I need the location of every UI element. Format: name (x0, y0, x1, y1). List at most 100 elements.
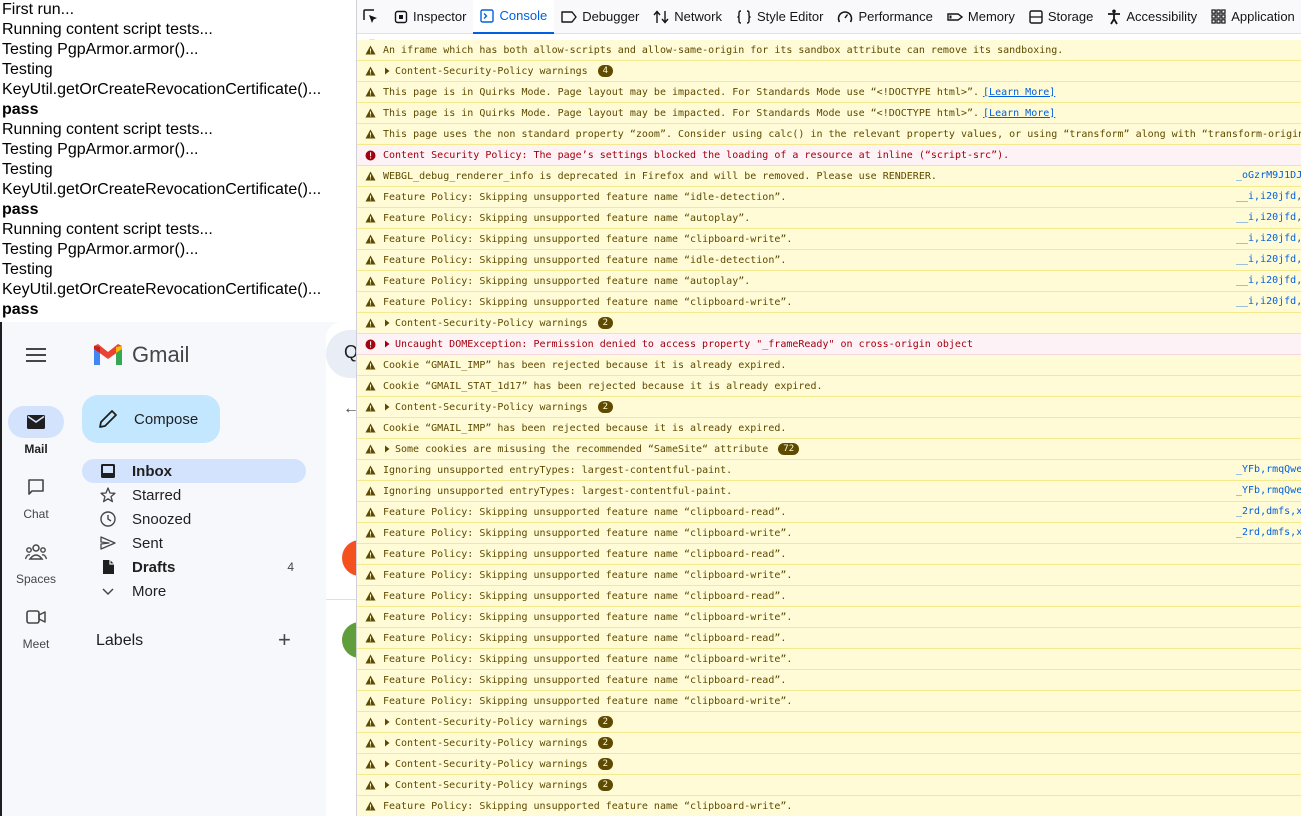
tab-inspector[interactable]: Inspector (387, 0, 473, 34)
tab-debugger[interactable]: Debugger (554, 0, 646, 34)
tab-network[interactable]: Network (646, 0, 729, 34)
expand-arrow-icon[interactable] (383, 403, 395, 411)
tab-application[interactable]: Application (1204, 0, 1301, 34)
test-pass-line: pass (2, 301, 39, 318)
accessibility-icon (1107, 9, 1121, 25)
tab-console[interactable]: Console (473, 0, 555, 34)
warning-icon (357, 423, 383, 433)
message-text: Ignoring unsupported entryTypes: largest… (383, 464, 733, 476)
gmail-window: Gmail Mail Chat Spaces Meet Compose Inbo… (0, 322, 356, 816)
console-warning-message: Feature Policy: Skipping unsupported fea… (357, 628, 1301, 649)
tab-accessibility[interactable]: Accessibility (1100, 0, 1204, 34)
test-log-line: Running content script tests... (2, 21, 213, 38)
test-log-line: KeyUtil.getOrCreateRevocationCertificate… (2, 281, 322, 298)
message-count-badge: 2 (597, 716, 614, 728)
avatar (342, 540, 356, 576)
source-link[interactable]: __i,i20jfd, (1236, 250, 1301, 270)
tab-performance[interactable]: Performance (830, 0, 939, 34)
network-icon (653, 9, 669, 24)
message-text: Content-Security-Policy warnings (395, 758, 588, 770)
message-text: Cookie “GMAIL_IMP” has been rejected bec… (383, 422, 787, 434)
expand-arrow-icon[interactable] (383, 319, 395, 327)
expand-arrow-icon[interactable] (383, 760, 395, 768)
back-arrow-icon[interactable]: ← (343, 400, 356, 418)
pencil-icon (99, 410, 117, 428)
warning-icon (357, 738, 383, 748)
source-link[interactable]: _2rd,dmfs,x (1236, 502, 1301, 522)
source-link[interactable]: _YFb,rmqQwe (1236, 481, 1301, 501)
console-warning-message[interactable]: Content-Security-Policy warnings 2 (357, 712, 1301, 733)
source-link[interactable]: __i,i20jfd, (1236, 229, 1301, 249)
message-text: This page is in Quirks Mode. Page layout… (383, 107, 980, 119)
expand-arrow-icon[interactable] (383, 445, 395, 453)
console-warning-message[interactable]: Content-Security-Policy warnings 4 (357, 61, 1301, 82)
tab-label: Console (499, 8, 548, 23)
clock-icon (100, 511, 116, 527)
nav-item-drafts[interactable]: Drafts 4 (82, 555, 306, 579)
nav-item-starred[interactable]: Starred (82, 483, 306, 507)
nav-item-label: Snoozed (132, 510, 192, 528)
console-error-message[interactable]: Uncaught DOMException: Permission denied… (357, 334, 1301, 355)
warning-icon (357, 318, 383, 328)
console-warning-message: Feature Policy: Skipping unsupported fea… (357, 565, 1301, 586)
learn-more-link[interactable]: [Learn More] (983, 87, 1055, 98)
console-warning-message[interactable]: Content-Security-Policy warnings 2 (357, 733, 1301, 754)
nav-item-snoozed[interactable]: Snoozed (82, 507, 306, 531)
console-warning-message: Ignoring unsupported entryTypes: largest… (357, 460, 1301, 481)
compose-button[interactable]: Compose (82, 395, 220, 443)
rail-item-meet[interactable]: Meet (2, 601, 70, 651)
console-warning-message[interactable]: Content-Security-Policy warnings 2 (357, 754, 1301, 775)
learn-more-link[interactable]: [Learn More] (983, 108, 1055, 119)
warning-icon (357, 759, 383, 769)
source-link[interactable]: __i,i20jfd, (1236, 271, 1301, 291)
console-warning-message[interactable]: Some cookies are misusing the recommende… (357, 439, 1301, 460)
source-link[interactable]: _YFb,rmqQwe (1236, 460, 1301, 480)
console-warning-message[interactable]: Content-Security-Policy warnings 2 (357, 397, 1301, 418)
console-warning-message[interactable]: Content-Security-Policy warnings 2 (357, 775, 1301, 796)
rail-item-spaces[interactable]: Spaces (2, 536, 70, 586)
nav-item-more[interactable]: More (82, 579, 306, 603)
element-picker-icon[interactable] (363, 6, 379, 28)
expand-arrow-icon[interactable] (383, 718, 395, 726)
message-text: Feature Policy: Skipping unsupported fea… (383, 191, 787, 203)
source-link[interactable]: _2rd,dmfs,x (1236, 523, 1301, 543)
test-log-line: Testing (2, 161, 53, 178)
message-text: Content-Security-Policy warnings (395, 317, 588, 329)
rail-item-label: Spaces (15, 572, 57, 586)
rail-item-mail[interactable]: Mail (2, 406, 70, 456)
expand-arrow-icon[interactable] (383, 340, 395, 348)
devtools-tab-bar: Inspector Console Debugger Network Style Edi… (357, 0, 1301, 34)
expand-arrow-icon[interactable] (383, 67, 395, 75)
tab-storage[interactable]: Storage (1022, 0, 1101, 34)
rail-item-chat[interactable]: Chat (2, 471, 70, 521)
console-warning-message: Feature Policy: Skipping unsupported fea… (357, 796, 1301, 816)
message-text: Feature Policy: Skipping unsupported fea… (383, 611, 793, 623)
debugger-icon (561, 10, 577, 23)
test-log-line: Running content script tests... (2, 121, 213, 138)
tab-style-editor[interactable]: Style Editor (729, 0, 830, 34)
console-warning-message: Feature Policy: Skipping unsupported fea… (357, 670, 1301, 691)
search-icon[interactable]: Q (344, 342, 356, 363)
rail-item-label: Chat (23, 507, 49, 521)
source-link[interactable]: __i,i20jfd, (1236, 208, 1301, 228)
source-link[interactable]: __i,i20jfd, (1236, 292, 1301, 312)
message-text: Feature Policy: Skipping unsupported fea… (383, 695, 793, 707)
source-link[interactable]: _oGzrM9J1DJ (1236, 166, 1301, 186)
labels-heading: Labels (96, 632, 144, 649)
nav-item-sent[interactable]: Sent (82, 531, 306, 555)
nav-item-inbox[interactable]: Inbox (82, 459, 306, 483)
expand-arrow-icon[interactable] (383, 781, 395, 789)
send-icon (100, 536, 116, 550)
message-count-badge: 4 (597, 65, 614, 77)
console-warning-message: This page is in Quirks Mode. Page layout… (357, 82, 1301, 103)
tab-label: Debugger (582, 9, 640, 24)
console-warning-message[interactable]: Content-Security-Policy warnings 2 (357, 313, 1301, 334)
add-label-icon[interactable]: + (278, 629, 291, 651)
gmail-logo[interactable]: Gmail (92, 342, 189, 368)
expand-arrow-icon[interactable] (383, 739, 395, 747)
source-link[interactable]: __i,i20jfd, (1236, 187, 1301, 207)
main-menu-icon[interactable] (26, 348, 46, 362)
warning-icon (357, 486, 383, 496)
warning-icon (357, 591, 383, 601)
tab-memory[interactable]: Memory (940, 0, 1022, 34)
